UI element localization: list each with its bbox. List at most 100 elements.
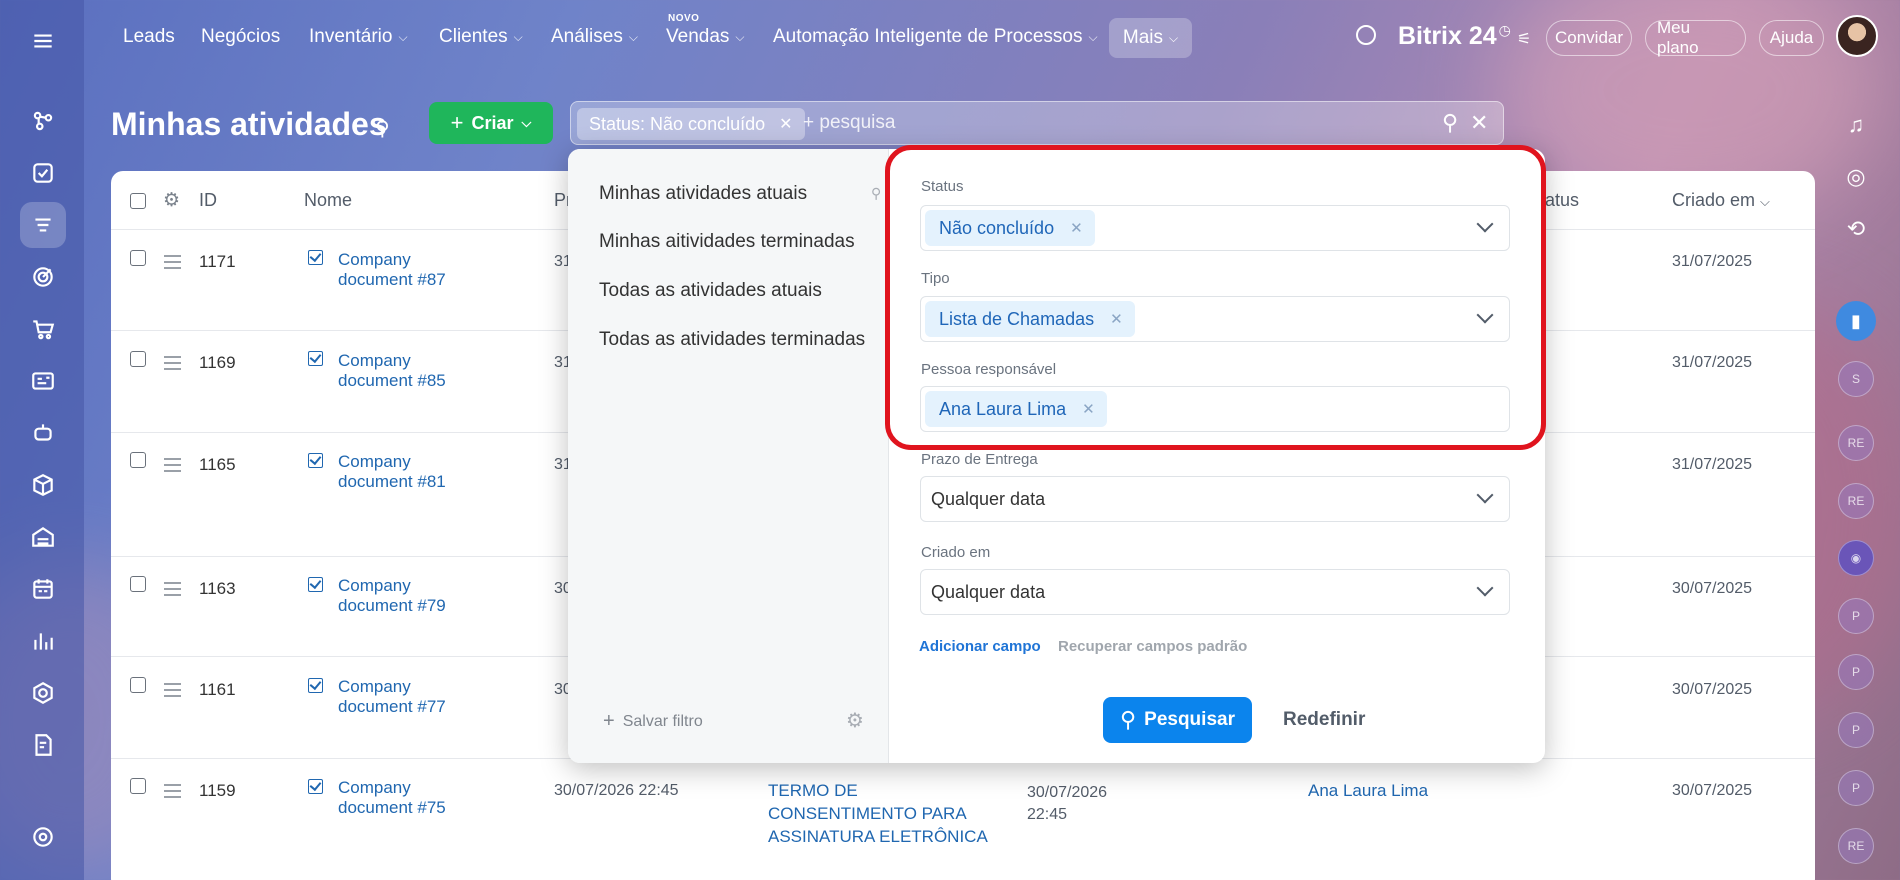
row-name-link[interactable]: Company document #81	[338, 452, 446, 492]
rail-avatar[interactable]: P	[1838, 598, 1874, 634]
contact-card-icon[interactable]	[20, 358, 66, 404]
filter-search-bar[interactable]: Status: Não concluído ✕ + pesquisa ⚲ ✕	[570, 101, 1504, 145]
rail-avatar[interactable]: RE	[1838, 425, 1874, 461]
column-header-id[interactable]: ID	[199, 190, 217, 211]
rail-avatar[interactable]: RE	[1838, 483, 1874, 519]
help-button[interactable]: Ajuda	[1759, 20, 1824, 56]
row-checkbox[interactable]	[130, 351, 146, 367]
tasks-icon[interactable]	[20, 150, 66, 196]
cart-icon[interactable]	[20, 306, 66, 352]
nav-label: Clientes	[439, 26, 508, 47]
user-avatar[interactable]	[1836, 15, 1878, 57]
add-field-link[interactable]: Adicionar campo	[919, 638, 1041, 655]
select-all-checkbox[interactable]	[130, 193, 146, 209]
drag-handle-icon[interactable]	[164, 255, 181, 273]
rail-group-icon[interactable]: ◉	[1838, 540, 1874, 576]
preset-my-finished[interactable]: Minhas aitividades terminadas	[599, 231, 855, 253]
activities-icon[interactable]	[20, 202, 66, 248]
task-icon	[308, 779, 323, 794]
search-button[interactable]: ⚲ Pesquisar	[1103, 697, 1252, 743]
deadline-field[interactable]: Qualquer data	[920, 476, 1510, 522]
row-name-link[interactable]: Company document #79	[338, 576, 446, 616]
preset-my-current[interactable]: Minhas atividades atuais	[599, 183, 807, 205]
bell-icon[interactable]: ♫	[1836, 105, 1876, 145]
row-responsible-link[interactable]: Ana Laura Lima	[1308, 781, 1428, 801]
filter-chip-status[interactable]: Status: Não concluído ✕	[577, 108, 805, 140]
search-placeholder[interactable]: + pesquisa	[803, 112, 895, 134]
drag-handle-icon[interactable]	[164, 458, 181, 476]
preset-all-current[interactable]: Todas as atividades atuais	[599, 280, 822, 302]
row-name-link[interactable]: Company document #75	[338, 778, 446, 818]
bookmark-icon[interactable]: ▮	[1836, 301, 1876, 341]
gear-icon[interactable]: ⚙	[846, 708, 864, 733]
nav-analises[interactable]: Análises ⌵	[551, 26, 638, 48]
row-deal-link[interactable]: TERMO DE CONSENTIMENTO PARA ASSINATURA ELE…	[768, 779, 988, 848]
copilot-icon[interactable]: ◎	[1836, 157, 1876, 197]
restore-default-fields-link[interactable]: Recuperar campos padrão	[1058, 638, 1247, 655]
target-icon[interactable]	[20, 254, 66, 300]
row-checkbox[interactable]	[130, 250, 146, 266]
settings-icon[interactable]	[20, 814, 66, 860]
close-icon[interactable]: ✕	[779, 114, 792, 134]
search-icon[interactable]: ⚲	[1442, 110, 1458, 136]
document-sign-icon[interactable]	[20, 722, 66, 768]
deal-line: CONSENTIMENTO PARA	[768, 804, 967, 823]
chevron-down-icon[interactable]	[1476, 486, 1494, 504]
chevron-down-icon: ⌵	[521, 115, 532, 130]
rail-avatar[interactable]: P	[1838, 770, 1874, 806]
nav-leads[interactable]: Leads	[123, 26, 175, 48]
clear-icon[interactable]: ✕	[1470, 110, 1488, 136]
row-name-link[interactable]: Company document #85	[338, 351, 446, 391]
row-id: 1163	[199, 579, 236, 598]
row-name-link[interactable]: Company document #87	[338, 250, 446, 290]
left-sidebar	[0, 0, 84, 880]
calendar-icon[interactable]	[20, 566, 66, 612]
chat-icon[interactable]: ⟲	[1836, 209, 1876, 249]
column-header-status[interactable]: atus	[1545, 190, 1579, 211]
created-field[interactable]: Qualquer data	[920, 569, 1510, 615]
row-checkbox[interactable]	[130, 677, 146, 693]
drag-handle-icon[interactable]	[164, 582, 181, 600]
box-icon[interactable]	[20, 462, 66, 508]
analytics-icon[interactable]	[20, 618, 66, 664]
nav-more[interactable]: Mais ⌵	[1109, 18, 1192, 58]
my-plan-button[interactable]: Meu plano	[1645, 18, 1746, 57]
chevron-down-icon[interactable]	[1476, 579, 1494, 597]
name-line: Company	[338, 778, 411, 797]
row-created: 31/07/2025	[1672, 253, 1753, 270]
pin-icon[interactable]: ⚲	[375, 116, 390, 141]
warehouse-icon[interactable]	[20, 514, 66, 560]
column-header-created[interactable]: Criado em ⌵	[1672, 190, 1770, 211]
row-name-link[interactable]: Company document #77	[338, 677, 446, 717]
row-created: 30/07/2025	[1672, 580, 1753, 597]
column-header-name[interactable]: Nome	[304, 190, 352, 211]
nav-automacao[interactable]: Automação Inteligente de Processos ⌵	[773, 26, 1098, 48]
nav-vendas[interactable]: Vendas ⌵	[666, 26, 745, 48]
search-icon[interactable]	[1356, 25, 1376, 45]
nav-negocios[interactable]: Negócios	[201, 26, 280, 48]
rail-avatar[interactable]: RE	[1838, 828, 1874, 864]
robot-icon[interactable]	[20, 410, 66, 456]
row-checkbox[interactable]	[130, 576, 146, 592]
drag-handle-icon[interactable]	[164, 683, 181, 701]
save-filter-button[interactable]: + Salvar filtro	[603, 710, 703, 733]
drag-handle-icon[interactable]	[164, 356, 181, 374]
invite-button[interactable]: Convidar	[1546, 20, 1632, 56]
pin-icon[interactable]: ⚲	[871, 185, 881, 202]
hexagon-icon[interactable]	[20, 670, 66, 716]
rail-avatar[interactable]: P	[1838, 654, 1874, 690]
brand-logo[interactable]: Bitrix 24 ◷ ⚟	[1398, 22, 1531, 51]
nav-inventario[interactable]: Inventário ⌵	[309, 26, 408, 48]
preset-all-finished[interactable]: Todas as atividades terminadas	[599, 329, 865, 351]
nav-clientes[interactable]: Clientes ⌵	[439, 26, 523, 48]
create-button[interactable]: + Criar ⌵	[429, 102, 553, 144]
row-checkbox[interactable]	[130, 778, 146, 794]
reset-button[interactable]: Redefinir	[1283, 709, 1365, 731]
gear-icon[interactable]: ⚙	[163, 189, 180, 212]
drag-handle-icon[interactable]	[164, 784, 181, 802]
row-checkbox[interactable]	[130, 452, 146, 468]
crm-icon[interactable]	[20, 98, 66, 144]
rail-avatar[interactable]: P	[1838, 712, 1874, 748]
menu-icon[interactable]	[20, 18, 66, 64]
rail-avatar[interactable]: S	[1838, 361, 1874, 397]
